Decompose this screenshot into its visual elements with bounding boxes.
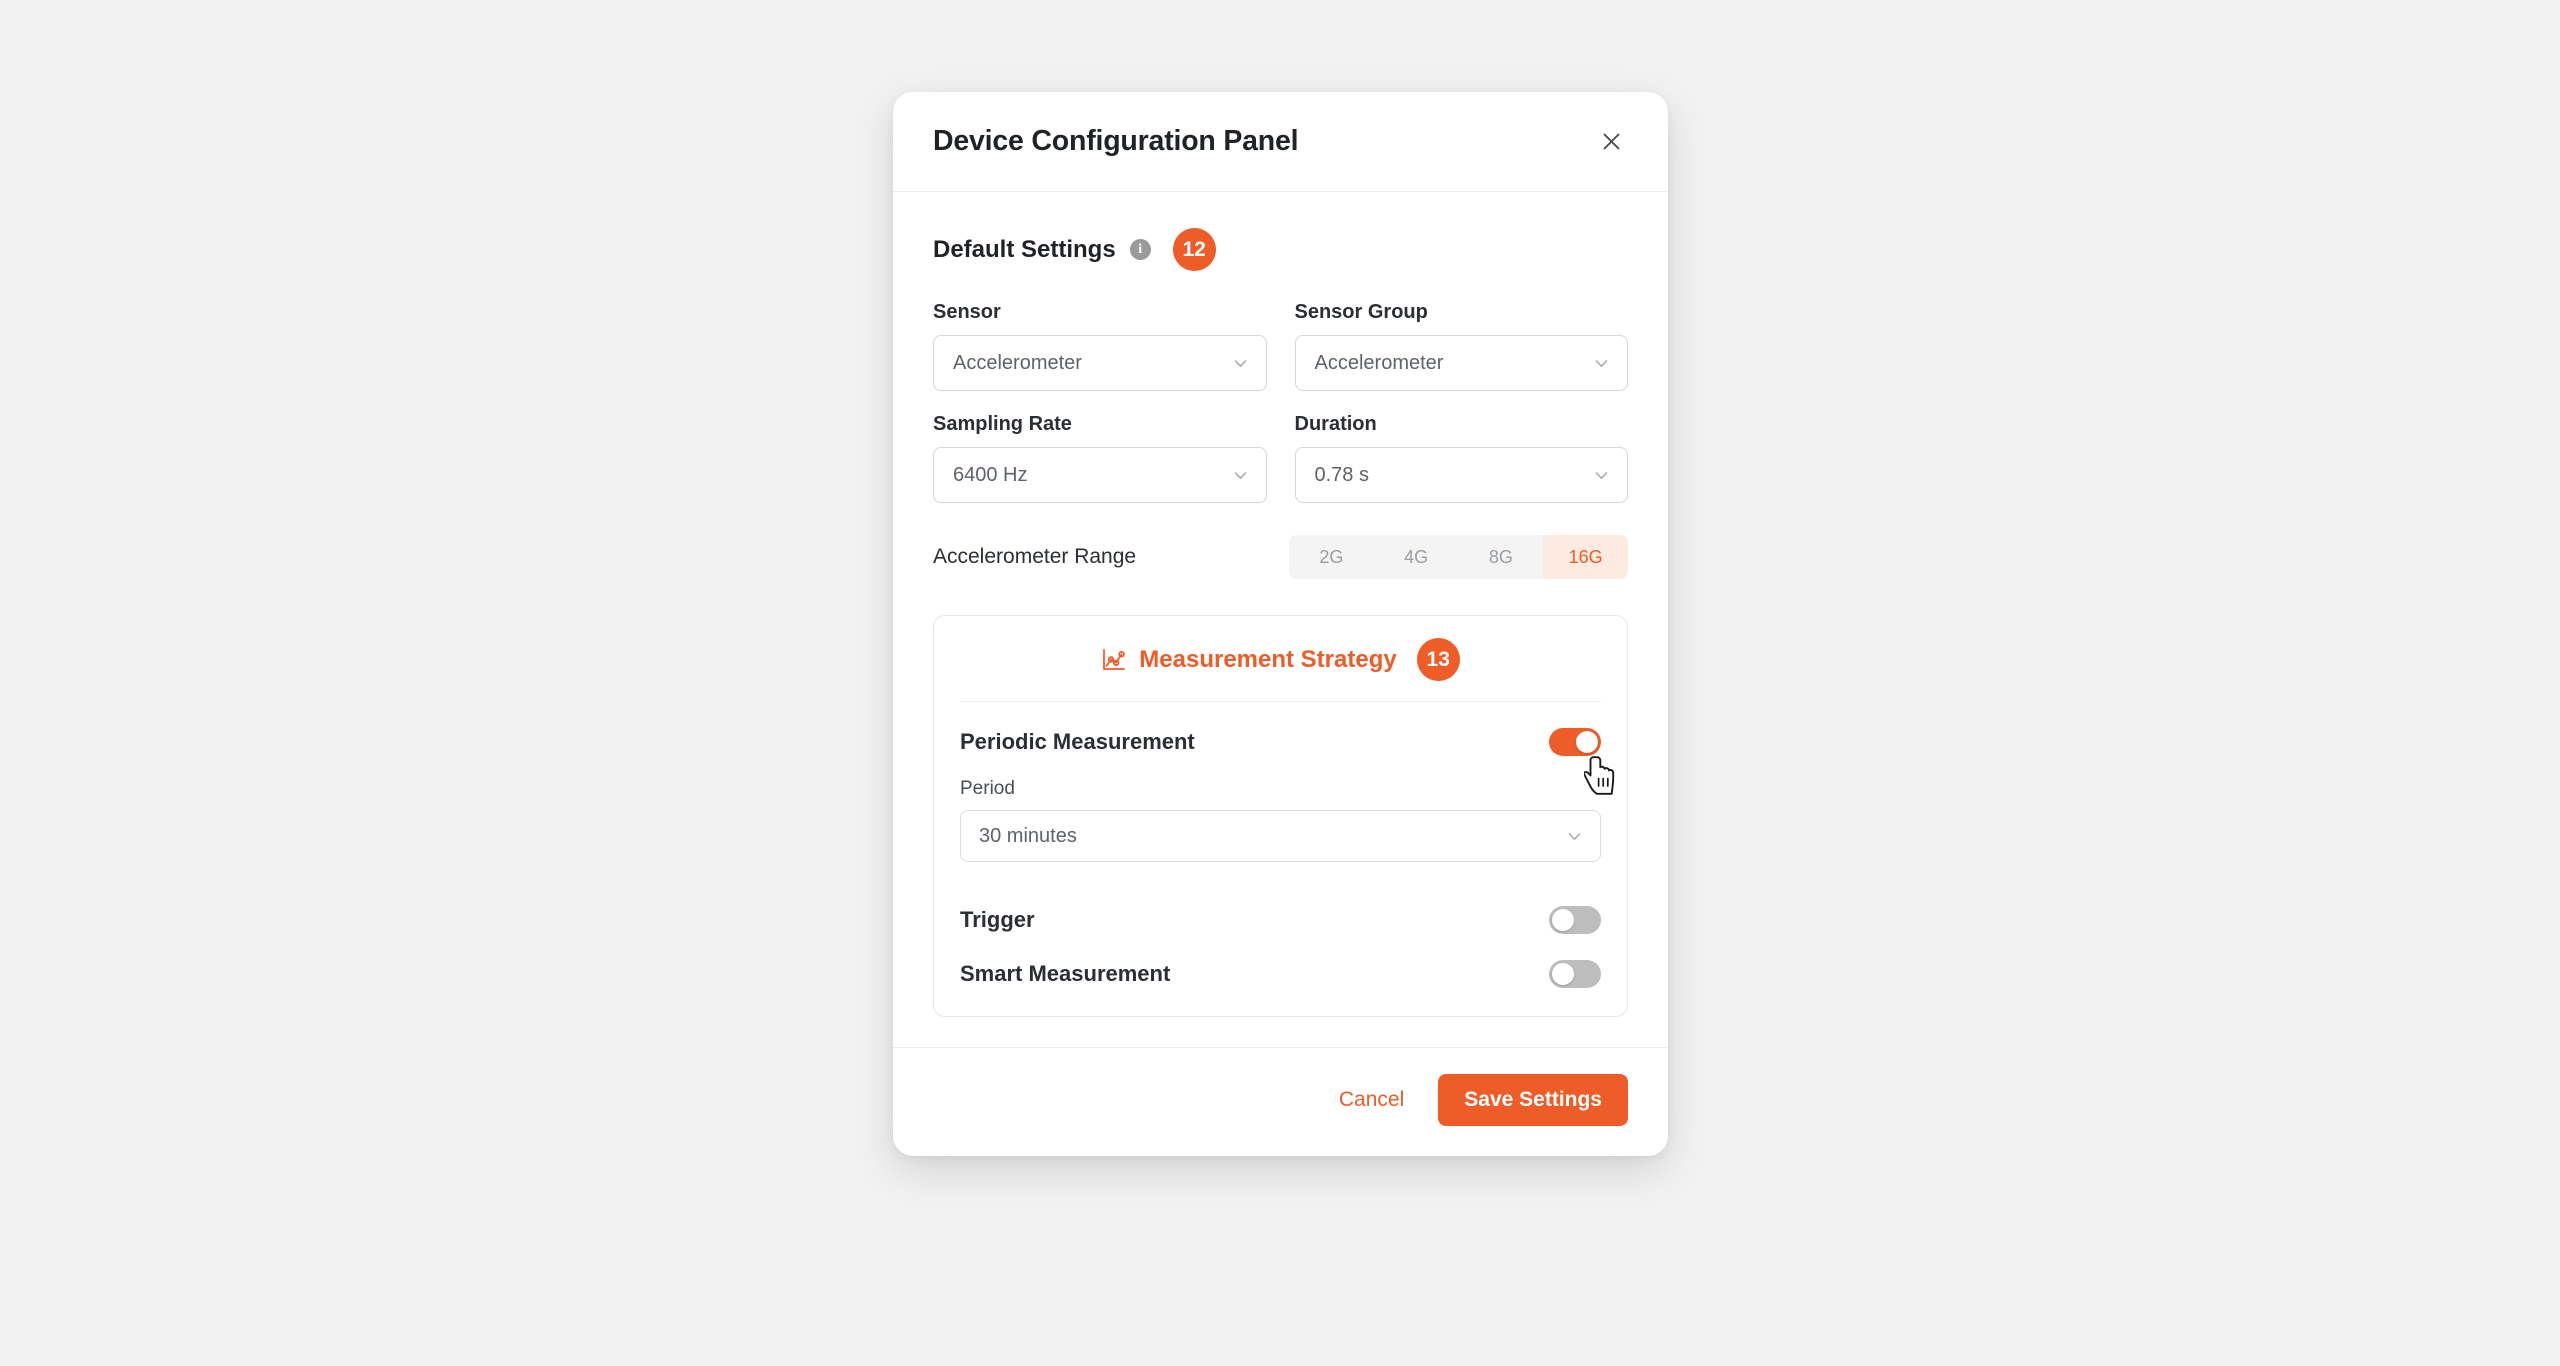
dialog-header: Device Configuration Panel	[893, 92, 1668, 192]
accelerometer-range-segmented-control: 2G 4G 8G 16G	[1289, 535, 1628, 579]
select-value: 0.78 s	[1314, 463, 1369, 486]
field-duration: Duration 0.78 s	[1294, 413, 1628, 503]
line-chart-icon	[1101, 647, 1127, 673]
select-value: Accelerometer	[953, 351, 1082, 374]
chevron-down-icon	[1592, 466, 1611, 485]
measurement-strategy-card: Measurement Strategy 13 Periodic Measure…	[933, 615, 1628, 1017]
period-select[interactable]: 30 minutes	[960, 810, 1601, 862]
field-label: Duration	[1294, 413, 1377, 435]
dialog-body: Default Settings i 12 Sensor Acceleromet…	[893, 192, 1668, 1047]
close-icon[interactable]	[1592, 123, 1630, 161]
period-label: Period	[960, 778, 1015, 799]
info-icon[interactable]: i	[1129, 239, 1151, 260]
field-sensor-group: Sensor Group Accelerometer	[1294, 301, 1628, 391]
section-title: Default Settings	[933, 235, 1116, 263]
save-settings-button[interactable]: Save Settings	[1438, 1074, 1628, 1126]
toggle-knob	[1552, 963, 1574, 985]
field-sampling-rate: Sampling Rate 6400 Hz	[933, 413, 1267, 503]
select-value: 30 minutes	[979, 824, 1077, 847]
range-option-8g[interactable]: 8G	[1459, 535, 1544, 579]
trigger-row: Trigger	[960, 906, 1601, 934]
field-label: Sensor	[933, 301, 1001, 323]
default-settings-header: Default Settings i 12	[933, 228, 1628, 271]
device-configuration-dialog: Device Configuration Panel Default Setti…	[893, 92, 1668, 1156]
sensor-select[interactable]: Accelerometer	[933, 335, 1267, 391]
accelerometer-range-label: Accelerometer Range	[933, 545, 1137, 568]
periodic-measurement-toggle[interactable]	[1549, 728, 1601, 756]
duration-select[interactable]: 0.78 s	[1294, 447, 1628, 503]
toggle-knob	[1576, 731, 1598, 753]
range-option-16g[interactable]: 16G	[1543, 535, 1628, 579]
select-value: Accelerometer	[1314, 351, 1444, 374]
chevron-down-icon	[1231, 466, 1250, 485]
field-label: Sampling Rate	[933, 413, 1072, 435]
accelerometer-range-row: Accelerometer Range 2G 4G 8G 16G	[933, 535, 1628, 579]
strategy-title: Measurement Strategy	[1139, 645, 1397, 673]
step-badge-13: 13	[1416, 638, 1460, 681]
periodic-measurement-label: Periodic Measurement	[960, 729, 1195, 754]
select-value: 6400 Hz	[953, 463, 1028, 486]
trigger-toggle[interactable]	[1549, 906, 1601, 934]
chevron-down-icon	[1231, 354, 1250, 373]
chevron-down-icon	[1592, 354, 1611, 373]
settings-field-grid: Sensor Accelerometer Sensor Group Accele…	[933, 301, 1628, 503]
range-option-4g[interactable]: 4G	[1374, 535, 1459, 579]
step-badge-12: 12	[1172, 228, 1216, 271]
smart-measurement-toggle[interactable]	[1549, 960, 1601, 988]
range-option-2g[interactable]: 2G	[1289, 535, 1374, 579]
toggle-knob	[1552, 909, 1574, 931]
cancel-button[interactable]: Cancel	[1333, 1080, 1410, 1120]
sampling-rate-select[interactable]: 6400 Hz	[933, 447, 1267, 503]
dialog-footer: Cancel Save Settings	[893, 1047, 1668, 1156]
chevron-down-icon	[1565, 827, 1584, 846]
sensor-group-select[interactable]: Accelerometer	[1294, 335, 1628, 391]
trigger-label: Trigger	[960, 907, 1035, 932]
screen: Device Configuration Panel Default Setti…	[0, 0, 2560, 1366]
smart-measurement-row: Smart Measurement	[960, 960, 1601, 988]
measurement-strategy-header: Measurement Strategy 13	[960, 638, 1601, 702]
field-sensor: Sensor Accelerometer	[933, 301, 1267, 391]
field-label: Sensor Group	[1294, 301, 1428, 323]
period-field: Period 30 minutes	[960, 778, 1601, 862]
periodic-measurement-row: Periodic Measurement	[960, 728, 1601, 756]
smart-measurement-label: Smart Measurement	[960, 961, 1171, 986]
page-title: Device Configuration Panel	[933, 125, 1299, 157]
